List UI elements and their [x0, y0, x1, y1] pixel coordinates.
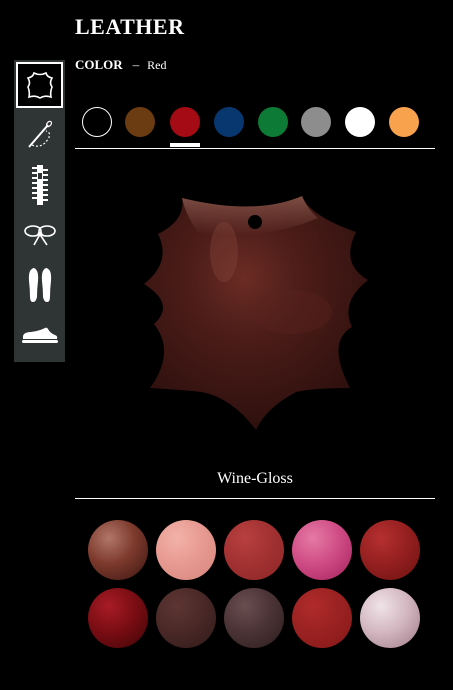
texture-swatch[interactable] [156, 588, 216, 648]
color-swatch-row [75, 106, 435, 140]
texture-swatch[interactable] [88, 588, 148, 648]
swatch-white[interactable] [345, 107, 375, 137]
swatch-orange[interactable] [389, 107, 419, 137]
swatch-green[interactable] [258, 107, 288, 137]
texture-swatch[interactable] [224, 520, 284, 580]
material-name: Wine-Gloss [217, 470, 293, 487]
swatch-black[interactable] [82, 107, 112, 137]
sidebar-item-shoe[interactable] [16, 312, 63, 358]
section-title: LEATHER [75, 14, 185, 39]
sneaker-icon [21, 327, 58, 343]
material-divider [75, 498, 435, 499]
sidebar-item-zipper[interactable] [16, 162, 63, 208]
swatch-blue[interactable] [214, 107, 244, 137]
selected-swatch-indicator [170, 143, 200, 147]
texture-swatch[interactable] [156, 520, 216, 580]
zipper-icon [31, 165, 48, 205]
sidebar-item-stitching[interactable] [16, 112, 63, 158]
texture-swatch[interactable] [224, 588, 284, 648]
component-sidebar [14, 60, 65, 362]
needle-thread-icon [27, 120, 52, 148]
leather-hide-image [144, 196, 368, 430]
color-label: COLOR [75, 57, 123, 72]
color-label-row: COLOR – Red [75, 57, 167, 73]
color-separator: – [132, 57, 140, 72]
swatch-gray[interactable] [301, 107, 331, 137]
sidebar-item-leather[interactable] [16, 62, 63, 108]
lace-bow-icon [23, 225, 56, 246]
leather-hide-icon [26, 71, 53, 99]
texture-swatch[interactable] [292, 588, 352, 648]
selected-color-name: Red [147, 58, 167, 72]
sidebar-item-insoles[interactable] [16, 262, 63, 308]
texture-swatch[interactable] [360, 588, 420, 648]
leather-preview [142, 192, 370, 432]
texture-swatch[interactable] [360, 520, 420, 580]
swatch-red[interactable] [170, 107, 200, 137]
texture-swatch[interactable] [88, 520, 148, 580]
sidebar-item-laces[interactable] [16, 212, 63, 258]
texture-swatch[interactable] [292, 520, 352, 580]
swatch-brown[interactable] [125, 107, 155, 137]
insoles-icon [28, 268, 51, 302]
swatch-divider [75, 148, 435, 149]
